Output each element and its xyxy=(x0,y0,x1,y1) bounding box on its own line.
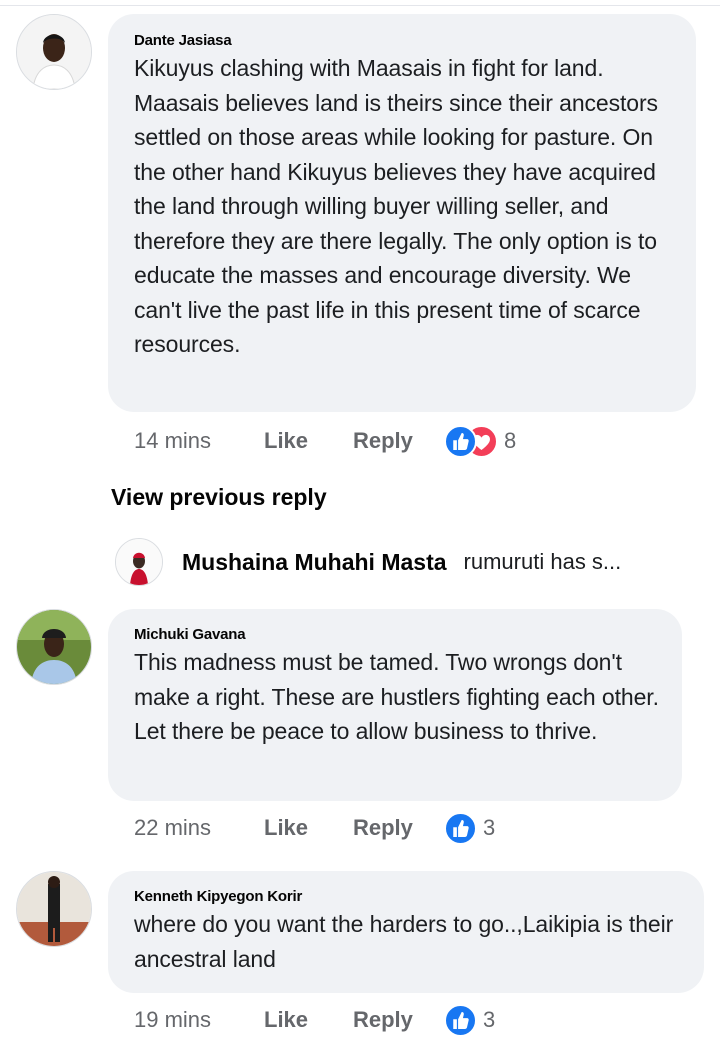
reaction-summary[interactable]: 3 xyxy=(444,1003,496,1037)
reply-preview[interactable]: Mushaina Muhahi Masta rumuruti has s... xyxy=(115,536,675,588)
like-button[interactable]: Like xyxy=(264,428,308,454)
comment-timestamp[interactable]: 22 mins xyxy=(134,815,211,841)
like-button[interactable]: Like xyxy=(264,1007,308,1033)
comment-timestamp[interactable]: 19 mins xyxy=(134,1007,211,1033)
comment-actions: 22 mins Like Reply 3 xyxy=(134,811,694,845)
reply-snippet[interactable]: rumuruti has s... xyxy=(464,549,622,575)
comment-actions: 14 mins Like Reply 8 xyxy=(134,424,694,458)
like-icon xyxy=(444,811,477,845)
comment-text: where do you want the harders to go..,La… xyxy=(134,911,674,972)
avatar[interactable] xyxy=(16,871,92,947)
reaction-count: 3 xyxy=(483,815,496,840)
reply-author[interactable]: Mushaina Muhahi Masta xyxy=(182,549,447,576)
comment-author[interactable]: Michuki Gavana xyxy=(134,626,662,644)
comment-timestamp[interactable]: 14 mins xyxy=(134,428,211,454)
avatar[interactable] xyxy=(16,609,92,685)
like-icon xyxy=(444,1003,477,1037)
reply-button[interactable]: Reply xyxy=(353,428,413,454)
comment-text: This madness must be tamed. Two wrongs d… xyxy=(134,649,659,744)
view-previous-reply-link[interactable]: View previous reply xyxy=(111,484,327,511)
top-divider xyxy=(0,5,720,6)
comment-bubble: Kenneth Kipyegon Korir where do you want… xyxy=(108,871,704,993)
like-button[interactable]: Like xyxy=(264,815,308,841)
comment-actions: 19 mins Like Reply 3 xyxy=(134,1003,694,1037)
person-photo-icon xyxy=(17,872,91,946)
reply-button[interactable]: Reply xyxy=(353,815,413,841)
reaction-summary[interactable]: 8 xyxy=(444,424,517,458)
reaction-count: 3 xyxy=(483,1007,496,1032)
person-photo-icon xyxy=(17,15,91,89)
comment-bubble: Michuki Gavana This madness must be tame… xyxy=(108,609,682,801)
comment-bubble: Dante Jasiasa Kikuyus clashing with Maas… xyxy=(108,14,696,412)
avatar[interactable] xyxy=(115,538,163,586)
comment-author[interactable]: Dante Jasiasa xyxy=(134,32,676,50)
person-photo-icon xyxy=(116,539,162,585)
person-photo-icon xyxy=(17,610,91,684)
reply-button[interactable]: Reply xyxy=(353,1007,413,1033)
reaction-count: 8 xyxy=(504,428,517,453)
like-icon xyxy=(444,424,477,458)
reaction-summary[interactable]: 3 xyxy=(444,811,496,845)
avatar[interactable] xyxy=(16,14,92,90)
comment-author[interactable]: Kenneth Kipyegon Korir xyxy=(134,888,684,906)
comment-text: Kikuyus clashing with Maasais in fight f… xyxy=(134,55,658,357)
